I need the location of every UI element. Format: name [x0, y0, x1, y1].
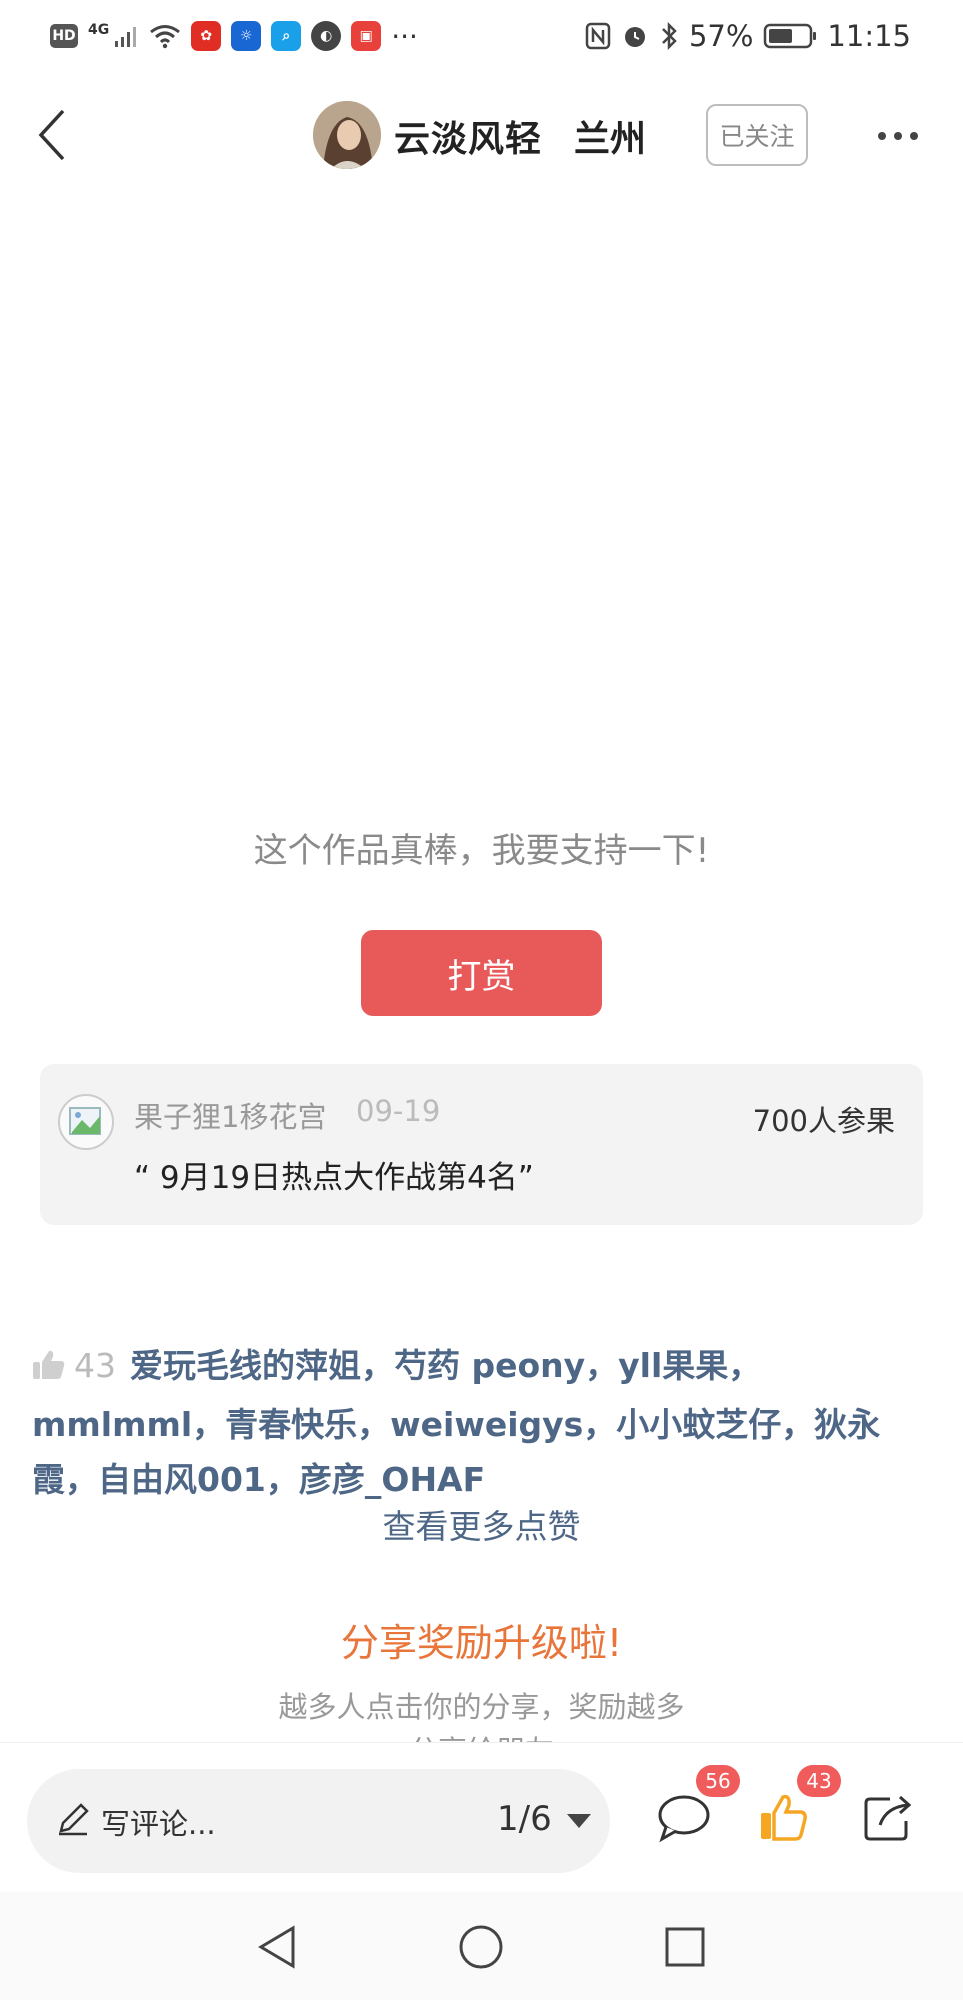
meipai-app-icon: ▣ [351, 21, 382, 51]
alarm-icon [624, 27, 645, 47]
like-button[interactable]: 43 [757, 1765, 841, 1853]
system-nav-bar [0, 1892, 963, 2000]
award-user-name[interactable]: 果子狸1移花宫 [134, 1094, 326, 1136]
circle-home-icon [459, 1925, 503, 1969]
likes-count: 43 [74, 1346, 116, 1385]
status-bar-left: HD 4G ✿ ☼ ⌕ ◐ ▣ ··· [50, 18, 418, 54]
author-avatar[interactable] [313, 101, 381, 169]
liker-names[interactable]: 爱玩毛线的萍姐，芍药 peony，yll果果，mmlmml，青春快乐，weiwe… [32, 1346, 880, 1499]
search-app-icon: ⌕ [271, 21, 302, 51]
follow-button[interactable]: 已关注 [706, 104, 808, 166]
nav-recents-button[interactable] [660, 1922, 710, 1972]
comments-button[interactable]: 56 [656, 1765, 740, 1853]
hd-icon: HD [50, 24, 78, 48]
likes-list: 43 爱玩毛线的萍姐，芍药 peony，yll果果，mmlmml，青春快乐，wei… [32, 1338, 932, 1507]
globe-app-icon: ◐ [311, 21, 342, 51]
more-dot-icon [878, 132, 886, 140]
comment-input[interactable]: 写评论... 1/6 [27, 1769, 610, 1873]
reward-button[interactable]: 打赏 [361, 930, 602, 1016]
share-promo-title: 分享奖励升级啦! [340, 1621, 623, 1665]
award-title: “ 9月19日热点大作战第4名” [134, 1160, 534, 1196]
page-indicator[interactable]: 1/6 [497, 1799, 552, 1839]
more-dot-icon [910, 132, 918, 140]
award-date: 09-19 [356, 1094, 441, 1128]
wifi-icon [150, 25, 181, 49]
comment-count-badge: 56 [696, 1765, 740, 1797]
author-name[interactable]: 云淡风轻 [394, 110, 542, 162]
share-button[interactable] [862, 1793, 922, 1853]
square-recents-icon [665, 1927, 705, 1967]
nfc-icon [585, 22, 611, 50]
triangle-back-icon [258, 1925, 295, 1969]
caret-down-icon[interactable] [567, 1814, 591, 1828]
share-promo-desc: 越多人点击你的分享，奖励越多 [278, 1690, 685, 1724]
bulb-app-icon: ☼ [231, 21, 262, 51]
back-button[interactable] [22, 100, 82, 170]
pencil-icon [59, 1803, 89, 1836]
bottom-toolbar: 写评论... 1/6 56 43 [0, 1742, 963, 1892]
thumbs-up-icon [32, 1342, 66, 1397]
share-icon [864, 1795, 912, 1841]
share-promo-desc-cut: 分享给朋友 [0, 1728, 963, 1742]
pinduoduo-icon: ✿ [191, 21, 222, 51]
network-type: 4G [88, 22, 110, 38]
award-card[interactable]: 果子狸1移花宫 09-19 700人参果 “ 9月19日热点大作战第4名” [40, 1064, 923, 1225]
nav-back-button[interactable] [252, 1922, 302, 1972]
more-likes-link[interactable]: 查看更多点赞 [0, 1500, 963, 1548]
signal-icon [115, 27, 137, 47]
comment-placeholder: 写评论... [101, 1807, 216, 1841]
status-bar-right: 57% 11:15 [585, 18, 911, 54]
award-participants: 700人参果 [752, 1104, 895, 1138]
more-notifications-icon: ··· [391, 19, 418, 53]
status-bar: HD 4G ✿ ☼ ⌕ ◐ ▣ ··· 57% 11:15 [0, 0, 963, 76]
bluetooth-icon [662, 21, 677, 51]
battery-percent: 57% [688, 19, 754, 53]
more-options-button[interactable] [868, 116, 928, 156]
like-count-badge: 43 [797, 1765, 841, 1797]
chevron-left-icon [38, 109, 65, 161]
thumbs-up-icon [761, 1794, 807, 1841]
author-location: 兰州 [574, 119, 647, 160]
support-prompt: 这个作品真棒，我要支持一下! [253, 831, 710, 871]
award-broken-image-icon [58, 1094, 114, 1150]
more-dot-icon [894, 132, 902, 140]
battery-icon [764, 23, 817, 49]
comment-bubble-icon [658, 1795, 710, 1843]
clock: 11:15 [827, 19, 911, 53]
post-header: 云淡风轻 兰州 已关注 [0, 76, 963, 196]
nav-home-button[interactable] [456, 1922, 506, 1972]
avatar-image [313, 101, 381, 169]
